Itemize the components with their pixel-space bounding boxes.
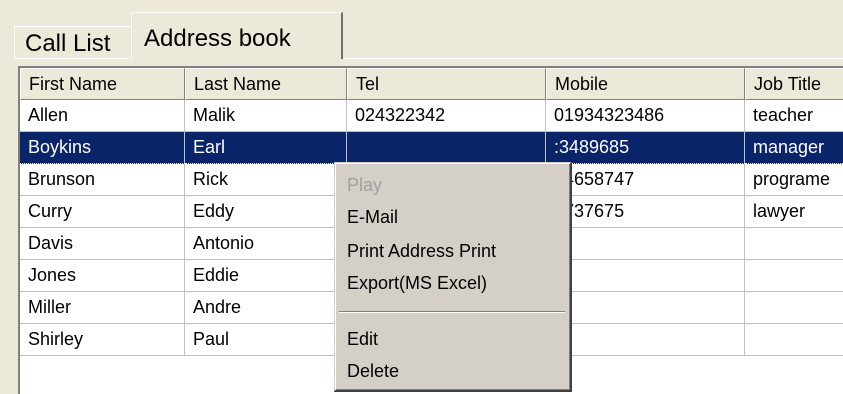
table-cell[interactable]: 74658747 bbox=[546, 164, 745, 196]
table-cell[interactable]: Shirley bbox=[20, 324, 185, 356]
table-cell[interactable]: programe bbox=[745, 164, 843, 196]
table-cell[interactable]: Antonio bbox=[185, 228, 347, 260]
table-cell[interactable] bbox=[745, 324, 843, 356]
tab-call-list[interactable]: Call List bbox=[14, 26, 131, 58]
column-header-tel[interactable]: Tel bbox=[347, 68, 546, 100]
table-cell[interactable]: Allen bbox=[20, 100, 185, 132]
column-header-mobile[interactable]: Mobile bbox=[546, 68, 745, 100]
table-cell[interactable] bbox=[745, 260, 843, 292]
table-cell[interactable]: Rick bbox=[185, 164, 347, 196]
table-cell[interactable] bbox=[745, 228, 843, 260]
menu-item-delete[interactable]: Delete bbox=[347, 361, 399, 382]
table-cell[interactable] bbox=[546, 228, 745, 260]
table-cell[interactable]: Eddy bbox=[185, 196, 347, 228]
column-header-job-title[interactable]: Job Title bbox=[745, 68, 843, 100]
table-cell[interactable]: lawyer bbox=[745, 196, 843, 228]
table-cell[interactable]: 024322342 bbox=[347, 100, 546, 132]
table-cell-selected[interactable]: manager bbox=[745, 132, 843, 164]
tab-address-book[interactable]: Address book bbox=[131, 12, 343, 59]
table-cell-selected[interactable]: Earl bbox=[185, 132, 347, 164]
table-cell[interactable]: Malik bbox=[185, 100, 347, 132]
table-cell[interactable]: Miller bbox=[20, 292, 185, 324]
context-menu: Play E-Mail Print Address Print Export(M… bbox=[334, 162, 572, 392]
table-cell-selected[interactable] bbox=[347, 132, 546, 164]
table-cell-selected[interactable]: :3489685 bbox=[546, 132, 745, 164]
table-cell[interactable]: teacher bbox=[745, 100, 843, 132]
table-cell-selected[interactable]: Boykins bbox=[20, 132, 185, 164]
menu-item-print-address[interactable]: Print Address Print bbox=[347, 241, 496, 262]
menu-item-edit[interactable]: Edit bbox=[347, 329, 378, 350]
menu-item-export-excel[interactable]: Export(MS Excel) bbox=[347, 273, 487, 294]
table-cell[interactable] bbox=[745, 292, 843, 324]
menu-item-play[interactable]: Play bbox=[347, 175, 382, 196]
menu-separator bbox=[339, 311, 565, 313]
table-cell[interactable]: Andre bbox=[185, 292, 347, 324]
table-cell[interactable] bbox=[546, 260, 745, 292]
table-cell[interactable]: 01934323486 bbox=[546, 100, 745, 132]
column-header-first-name[interactable]: First Name bbox=[20, 68, 185, 100]
table-cell[interactable] bbox=[546, 292, 745, 324]
menu-item-email[interactable]: E-Mail bbox=[347, 207, 398, 228]
table-cell[interactable]: Curry bbox=[20, 196, 185, 228]
table-cell[interactable]: Brunson bbox=[20, 164, 185, 196]
column-header-last-name[interactable]: Last Name bbox=[185, 68, 347, 100]
table-cell[interactable]: Paul bbox=[185, 324, 347, 356]
table-cell[interactable] bbox=[546, 324, 745, 356]
table-cell[interactable]: Davis bbox=[20, 228, 185, 260]
table-cell[interactable]: 8737675 bbox=[546, 196, 745, 228]
tab-strip: Call List Address book bbox=[14, 12, 834, 59]
table-cell[interactable]: Eddie bbox=[185, 260, 347, 292]
table-cell[interactable]: Jones bbox=[20, 260, 185, 292]
